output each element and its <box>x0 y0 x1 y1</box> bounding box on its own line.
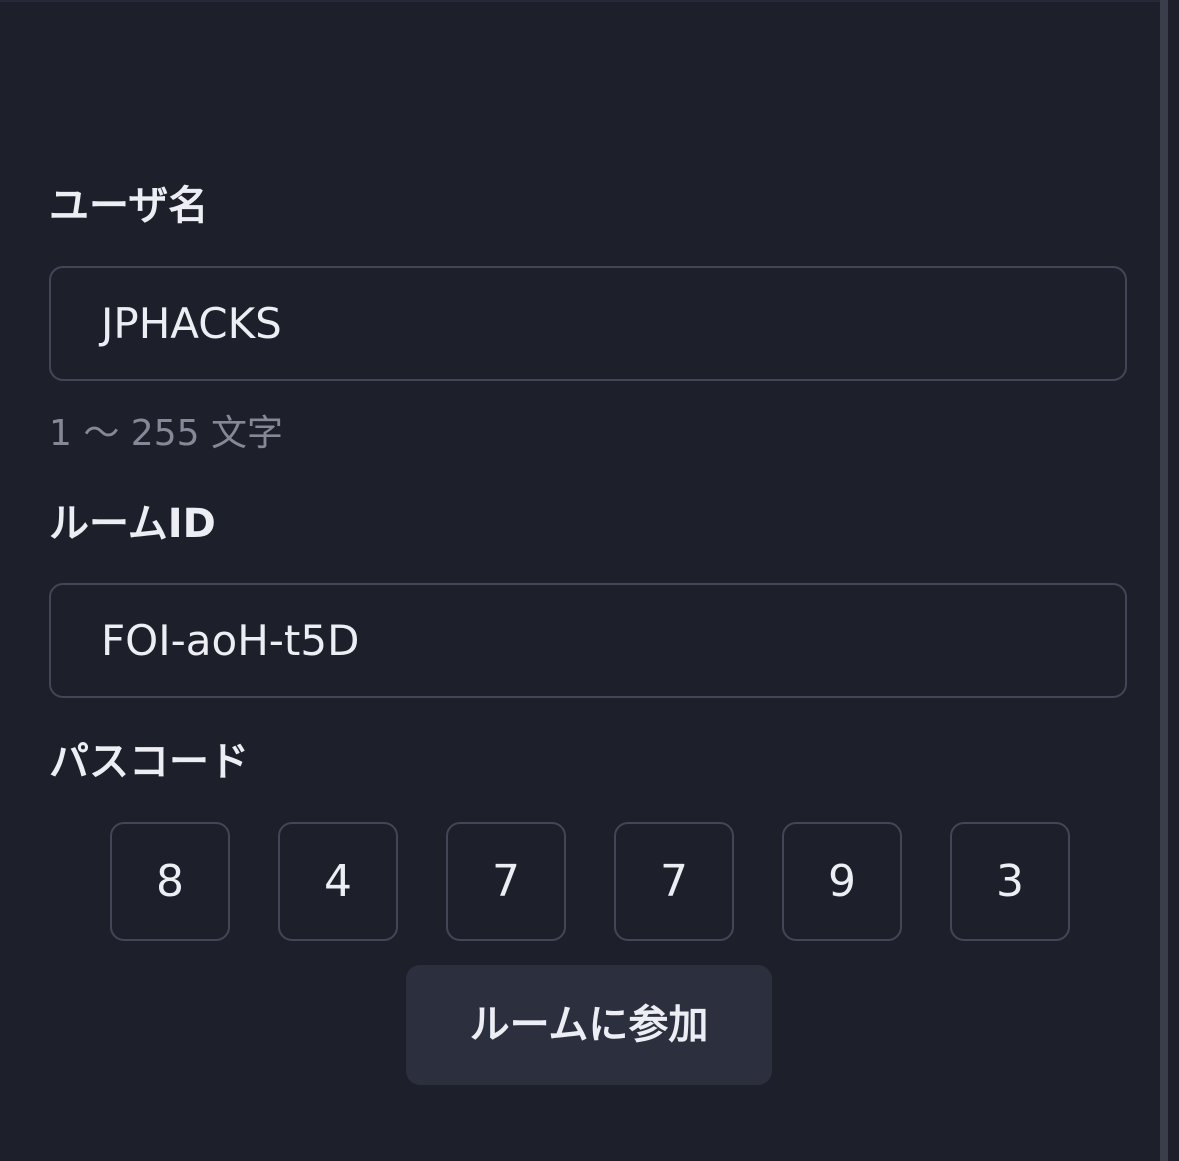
passcode-digit-3[interactable]: 7 <box>446 822 566 941</box>
passcode-digit-1[interactable]: 8 <box>110 822 230 941</box>
passcode-digit-4[interactable]: 7 <box>614 822 734 941</box>
passcode-digit-2[interactable]: 4 <box>278 822 398 941</box>
username-hint: 1 ～ 255 文字 <box>49 413 283 454</box>
room-id-label: ルームID <box>49 501 216 547</box>
passcode-digit-5[interactable]: 9 <box>782 822 902 941</box>
scrollbar[interactable] <box>1160 0 1168 1161</box>
username-field[interactable]: JPHACKS <box>49 266 1127 381</box>
join-room-button[interactable]: ルームに参加 <box>406 965 772 1085</box>
join-room-form: ユーザ名 JPHACKS 1 ～ 255 文字 ルームID FOI-aoH-t5… <box>0 0 1179 1161</box>
passcode-label: パスコード <box>49 739 249 785</box>
username-label: ユーザ名 <box>49 183 209 229</box>
scrollbar-track-edge <box>1168 0 1179 1161</box>
room-id-field[interactable]: FOI-aoH-t5D <box>49 583 1127 698</box>
room-id-value: FOI-aoH-t5D <box>101 616 360 665</box>
passcode-digit-6[interactable]: 3 <box>950 822 1070 941</box>
username-value: JPHACKS <box>101 299 282 348</box>
top-divider <box>0 0 1160 2</box>
